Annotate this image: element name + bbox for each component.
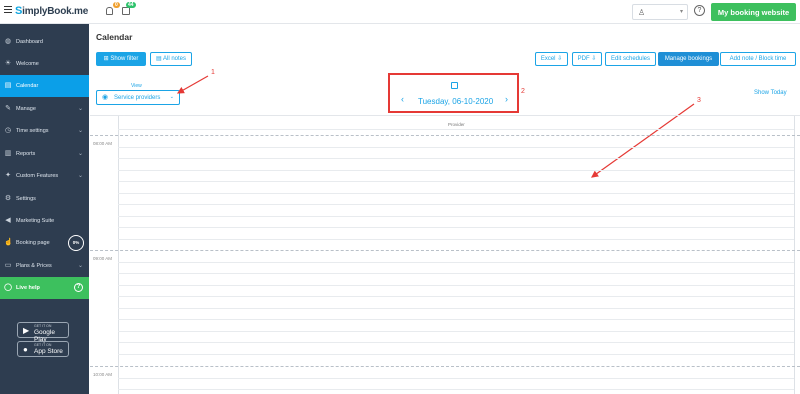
slot-line <box>118 296 794 297</box>
slot-line <box>118 147 794 148</box>
slot-line <box>118 273 794 274</box>
annotation-label-1: 1 <box>211 69 215 76</box>
slot-line <box>118 389 794 390</box>
slot-line <box>118 158 794 159</box>
annotation-label-2: 2 <box>521 88 525 95</box>
slot-line <box>118 239 794 240</box>
slot-line <box>118 354 794 355</box>
slot-line <box>118 170 794 171</box>
slot-line <box>118 285 794 286</box>
slot-line <box>118 262 794 263</box>
time-label: 09:00 AM <box>93 256 113 261</box>
hour-line <box>90 250 800 251</box>
grid-header-line <box>118 129 794 130</box>
annotation-label-3: 3 <box>697 97 701 104</box>
slot-line <box>118 204 794 205</box>
slot-line <box>118 378 794 379</box>
provider-column-header: Provider <box>448 122 465 127</box>
grid-right-border <box>794 116 795 394</box>
time-label: 08:00 AM <box>93 141 113 146</box>
slot-line <box>118 193 794 194</box>
slot-line <box>118 216 794 217</box>
slot-line <box>118 181 794 182</box>
hour-line <box>90 135 800 136</box>
calendar-grid[interactable] <box>90 115 800 394</box>
slot-line <box>118 342 794 343</box>
slot-line <box>118 319 794 320</box>
slot-line <box>118 227 794 228</box>
annotation-arrow-1 <box>176 75 209 94</box>
slot-line <box>118 308 794 309</box>
hour-line <box>90 366 800 367</box>
slot-line <box>118 331 794 332</box>
time-label: 10:00 AM <box>93 372 113 377</box>
